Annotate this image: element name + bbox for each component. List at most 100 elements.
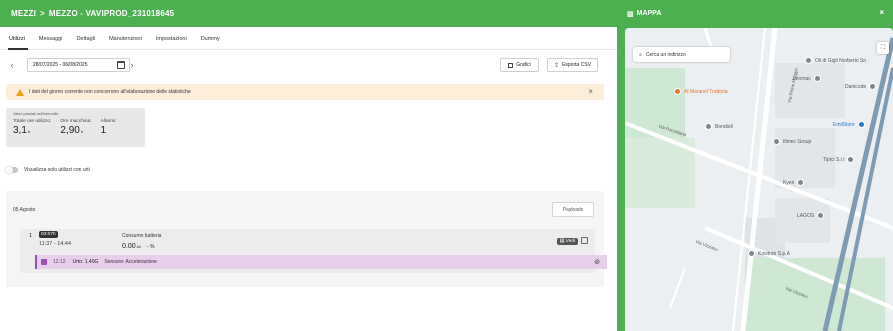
poi-label: EmilStore <box>833 121 855 128</box>
upload-icon: ⇪ <box>554 62 560 69</box>
usage-panel: MEZZI > MEZZO - VAVIPROD_231018645 Utili… <box>0 0 617 331</box>
sensor-type: Sensore: Accelerazione <box>104 259 157 265</box>
tab-dettagli[interactable]: Dettagli <box>76 36 102 49</box>
battery-value-group: 0.00Ah - % <box>122 243 154 250</box>
poi-label: Kowtron S.p.A <box>758 250 790 257</box>
details-icon[interactable] <box>581 237 588 244</box>
impact-filter-toggle[interactable] <box>5 166 18 174</box>
app-header: MEZZI > MEZZO - VAVIPROD_231018645 <box>0 0 617 27</box>
export-csv-button-label: Esporta CSV <box>562 62 591 68</box>
breadcrumb-section[interactable]: MEZZI <box>11 9 36 18</box>
charts-button[interactable]: Grafici <box>500 58 539 72</box>
view-button-label: Vedi <box>565 239 575 244</box>
poi-lagos[interactable]: LAGOS <box>797 212 827 219</box>
view-button[interactable]: ▤ Vedi <box>556 238 578 245</box>
poi-restaurant[interactable]: Al Maranel Trattoria <box>674 88 728 95</box>
poi-lenmac[interactable]: Lenmac <box>793 75 824 82</box>
pin-icon <box>817 212 825 219</box>
poi-label: Al Maranel Trattoria <box>684 88 728 95</box>
tab-manutenzioni[interactable]: Manutenzioni <box>109 36 149 49</box>
poi-label: Bondioli <box>715 123 733 130</box>
poi-illmec[interactable]: Illmec Group <box>773 138 811 145</box>
poi-kyen[interactable]: Kyen <box>783 179 807 186</box>
poi-kowtron[interactable]: Kowtron S.p.A <box>748 250 790 257</box>
tab-utilizzi[interactable]: Utilizzi <box>8 36 32 50</box>
charts-button-label: Grafici <box>516 62 531 68</box>
warning-icon <box>16 88 24 96</box>
battery-label: Consumo batteria <box>122 233 162 239</box>
map-search-input[interactable]: ⌕ Cerca un indirizzo <box>633 47 730 62</box>
sensor-time: 12:12 <box>53 259 66 265</box>
search-icon: ⌕ <box>639 51 642 58</box>
battery-unit: Ah <box>136 245 141 249</box>
breadcrumb-separator: > <box>40 9 45 18</box>
alarms-label: Allarmi: <box>100 119 117 124</box>
tab-messaggi[interactable]: Messaggi <box>39 36 70 49</box>
entry-index: 1 <box>29 233 33 239</box>
entry-interval: 11:37 - 14:44 <box>39 241 72 247</box>
poi-label: LAGOS <box>797 212 815 219</box>
export-csv-button[interactable]: ⇪ Esporta CSV <box>547 58 598 72</box>
info-alert: I dati del giorno corrente non concorron… <box>6 84 604 100</box>
stats-summary: Valori parziali nell'intervallo Totale o… <box>6 108 145 147</box>
close-icon[interactable]: × <box>588 87 593 96</box>
day-card: 05 Agosto Payloads 1 03:07h 11:37 - 14:4… <box>6 191 607 287</box>
poi-label: Tipici S.r.l <box>823 156 845 163</box>
pin-icon <box>805 57 812 64</box>
calendar-icon[interactable] <box>117 61 125 69</box>
alarms-value: 1 <box>100 125 107 136</box>
shop-icon <box>857 121 865 128</box>
machine-hours-value: 2,90 <box>60 125 80 136</box>
day-date: 05 Agosto <box>13 207 36 213</box>
sensor-event[interactable]: 12:12 Urto: 1.40G Sensore: Accelerazione… <box>35 255 607 269</box>
chart-icon <box>508 62 514 68</box>
poi-bondioli[interactable]: Bondioli <box>705 123 733 130</box>
machine-hours-unit: h <box>80 129 84 134</box>
machine-hours-label: Ore macchina: <box>60 119 92 124</box>
stats-caption: Valori parziali nell'intervallo <box>13 112 59 116</box>
close-map-icon[interactable]: × <box>879 8 884 17</box>
payloads-button[interactable]: Payloads <box>552 202 594 217</box>
pin-icon <box>705 123 712 130</box>
map-canvas <box>625 28 893 331</box>
map-search-placeholder: Cerca un indirizzo <box>645 51 686 58</box>
tab-impostazioni[interactable]: Impostazioni <box>156 36 194 49</box>
next-period-button[interactable]: › <box>126 58 138 72</box>
prev-period-button[interactable]: ‹ <box>6 58 18 72</box>
impact-filter: Visualizza solo utilizzi con urti <box>5 166 90 174</box>
map-header: ▥ MAPPA × <box>617 0 893 27</box>
duration-badge: 03:07h <box>39 231 58 238</box>
poi-label: Illmec Group <box>783 138 812 145</box>
poi-emilstore[interactable]: EmilStore <box>833 121 868 128</box>
date-range-picker[interactable]: 28/07/2025 - 06/08/2025 <box>27 58 130 72</box>
eye-off-icon[interactable]: ⊘ <box>594 258 600 266</box>
pin-icon <box>797 179 805 186</box>
poi-label: Kyen <box>783 179 795 186</box>
date-range-value: 28/07/2025 - 06/08/2025 <box>33 62 88 68</box>
toolbar: ‹ 28/07/2025 - 06/08/2025 › Grafici ⇪ Es… <box>6 58 609 73</box>
pin-icon <box>847 156 855 163</box>
sensor-impact: Urto: 1.40G <box>72 259 99 265</box>
impact-filter-label: Visualizza solo utilizzi con urti <box>24 167 90 173</box>
usage-entry: 1 03:07h 11:37 - 14:44 Consumo batteria … <box>20 229 607 273</box>
map-title: MAPPA <box>636 10 662 17</box>
total-usage-value: 3,1 <box>13 125 27 136</box>
map-view[interactable]: Al Maranel Trattoria Oil di Gigli Norber… <box>625 28 893 331</box>
poi-oil[interactable]: Oil di Gigli Norberto Sn <box>805 57 866 64</box>
pin-icon <box>773 138 780 145</box>
battery-value: 0.00 <box>122 243 136 250</box>
poi-tipici[interactable]: Tipici S.r.l <box>823 156 857 163</box>
map-panel: ▥ MAPPA × Al Maranel Trattoria Oil di Gi… <box>617 0 893 331</box>
tab-bar: Utilizzi Messaggi Dettagli Manutenzioni … <box>0 27 617 50</box>
poi-label: Oil di Gigli Norberto Sn <box>815 57 867 64</box>
pin-icon <box>813 75 821 82</box>
poi-label: Danicode <box>845 83 867 90</box>
tab-dummy[interactable]: Dummy <box>201 36 227 49</box>
restaurant-icon <box>674 88 681 95</box>
page-title: MEZZO - VAVIPROD_231018645 <box>48 9 175 18</box>
alert-text: I dati del giorno corrente non concorron… <box>29 89 191 95</box>
poi-danicode[interactable]: Danicode <box>845 83 879 90</box>
sensor-icon <box>41 259 47 265</box>
pin-icon <box>748 250 755 257</box>
fullscreen-icon[interactable]: ⛶ <box>877 42 889 54</box>
